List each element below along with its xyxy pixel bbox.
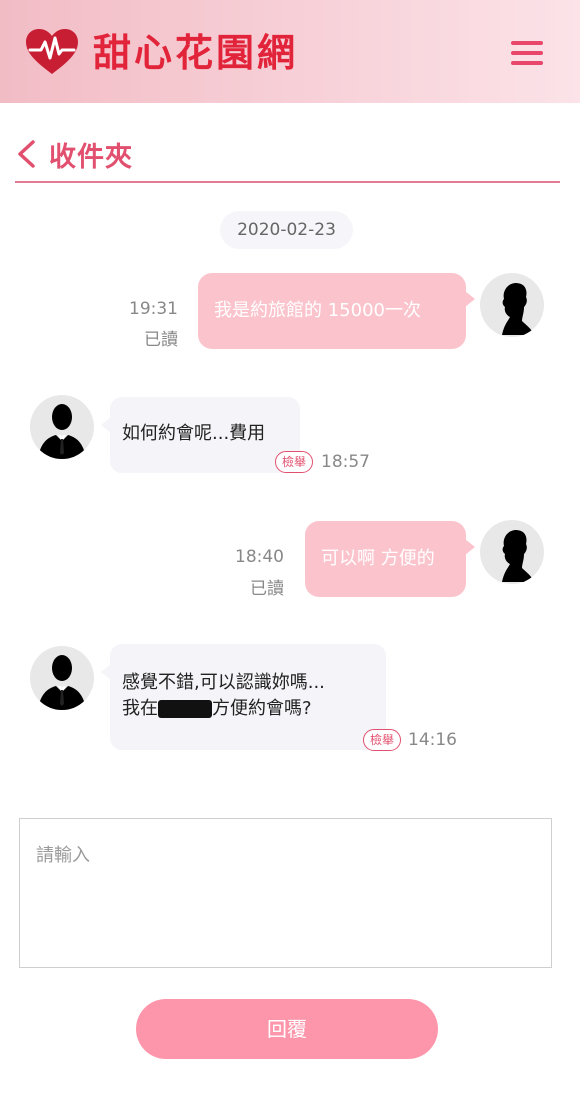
title-bar: 收件夾 xyxy=(15,131,560,183)
reply-textarea[interactable] xyxy=(19,818,552,968)
message-text: 方便約會嗎? xyxy=(212,698,312,719)
read-status: 已讀 xyxy=(250,579,284,599)
avatar[interactable] xyxy=(30,395,94,459)
read-status: 已讀 xyxy=(144,330,178,350)
hamburger-menu-icon[interactable] xyxy=(511,41,545,67)
app-header: 甜心花園網 xyxy=(0,0,580,103)
message-text: 我在 xyxy=(122,698,158,719)
logo-text[interactable]: 甜心花園網 xyxy=(93,29,298,77)
date-separator: 2020-02-23 xyxy=(220,211,353,249)
incoming-message-bubble: 感覺不錯,可以認識妳嗎... 我在 方便約會嗎? xyxy=(101,644,386,750)
avatar[interactable] xyxy=(480,520,544,584)
reply-button[interactable]: 回覆 xyxy=(136,999,438,1059)
message-time: 14:16 xyxy=(408,730,457,750)
report-button[interactable]: 檢舉 xyxy=(363,729,402,751)
page-title: 收件夾 xyxy=(49,142,133,173)
female-silhouette-icon xyxy=(502,283,534,335)
message-line: 感覺不錯,可以認識妳嗎... xyxy=(122,672,325,693)
outgoing-message-bubble: 可以啊 方便的 xyxy=(305,521,475,597)
message-time: 18:40 xyxy=(235,547,284,567)
message-text: 如何約會呢...費用 xyxy=(122,423,266,444)
female-silhouette-icon xyxy=(502,530,534,582)
message-text: 可以啊 方便的 xyxy=(321,548,435,569)
male-silhouette-icon xyxy=(38,404,86,459)
report-button[interactable]: 檢舉 xyxy=(275,451,314,473)
redaction-mark xyxy=(158,700,212,718)
avatar[interactable] xyxy=(30,646,94,710)
chevron-left-icon[interactable] xyxy=(15,139,37,169)
message-line: 我在 方便約會嗎? xyxy=(122,696,374,722)
heart-pulse-icon xyxy=(26,29,78,74)
message-text: 我是約旅館的 15000一次 xyxy=(214,300,421,321)
male-silhouette-icon xyxy=(38,655,86,710)
message-time: 19:31 xyxy=(129,299,178,319)
outgoing-message-bubble: 我是約旅館的 15000一次 xyxy=(198,273,475,349)
incoming-message-bubble: 如何約會呢...費用 xyxy=(101,397,300,473)
avatar[interactable] xyxy=(480,273,544,337)
message-time: 18:57 xyxy=(321,452,370,472)
